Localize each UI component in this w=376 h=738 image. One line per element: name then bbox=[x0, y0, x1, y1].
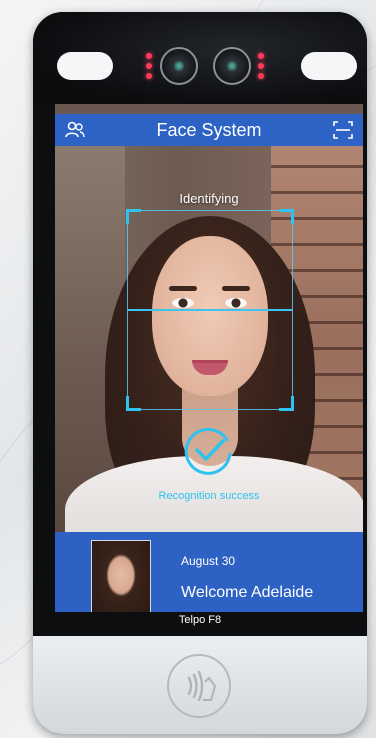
device-brand: Telpo F8 bbox=[178, 614, 222, 626]
nfc-contactless-icon bbox=[187, 670, 216, 702]
face-detection-box bbox=[126, 209, 294, 411]
top-bezel bbox=[33, 12, 367, 104]
status-led bbox=[146, 63, 152, 69]
scan-line bbox=[128, 309, 292, 311]
camera-lens-right-icon bbox=[213, 47, 251, 85]
box-corner bbox=[279, 396, 294, 411]
status-led bbox=[146, 73, 152, 79]
check-circle-icon bbox=[184, 427, 232, 475]
status-led bbox=[258, 73, 264, 79]
box-corner bbox=[126, 396, 141, 411]
recognition-result: Recognition success bbox=[158, 490, 260, 502]
camera-preview: Identifying Recognition success bbox=[55, 146, 363, 532]
welcome-message: Welcome Adelaide bbox=[181, 584, 314, 601]
nfc-reader[interactable] bbox=[167, 654, 231, 718]
ir-light-left bbox=[57, 52, 113, 80]
box-corner bbox=[279, 209, 294, 224]
camera-lens-left-icon bbox=[160, 47, 198, 85]
face-scan-icon[interactable] bbox=[332, 119, 354, 141]
visitor-info-panel: August 30 Welcome Adelaide bbox=[55, 532, 363, 612]
display-screen: Face System Identifying Recognition succ… bbox=[55, 104, 363, 612]
face-recognition-terminal: Face System Identifying Recognition succ… bbox=[33, 12, 367, 734]
ir-light-right bbox=[301, 52, 357, 80]
users-icon[interactable] bbox=[64, 119, 86, 141]
visitor-photo bbox=[91, 540, 151, 612]
status-led bbox=[258, 63, 264, 69]
visit-date: August 30 bbox=[181, 554, 236, 568]
status-led bbox=[258, 53, 264, 59]
card-reader-area bbox=[33, 636, 367, 734]
box-corner bbox=[126, 209, 141, 224]
status-led bbox=[146, 53, 152, 59]
page-title: Face System bbox=[156, 119, 262, 140]
header-bar: Face System bbox=[55, 114, 363, 146]
status-text: Identifying bbox=[179, 191, 239, 206]
